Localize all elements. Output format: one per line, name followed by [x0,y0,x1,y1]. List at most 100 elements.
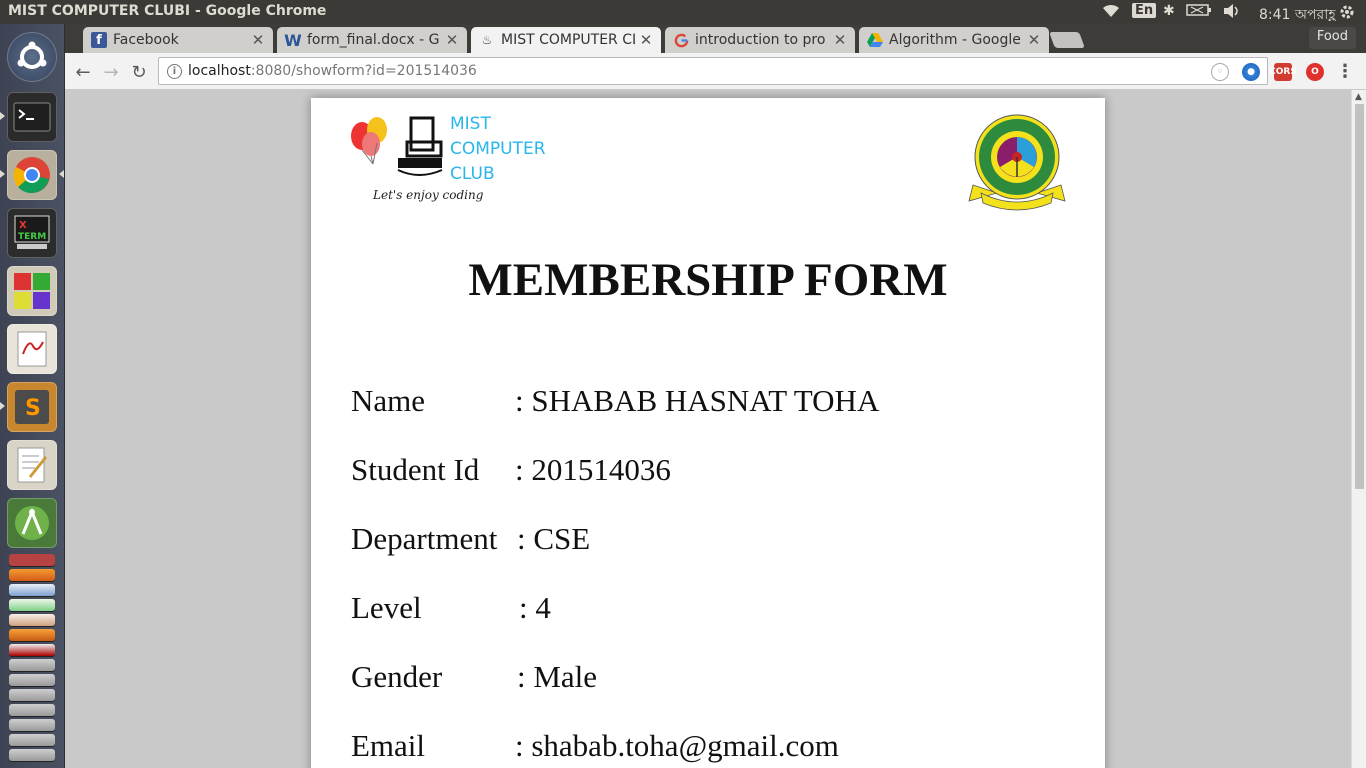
field-email-row: Email : shabab.toha@gmail.com [351,728,839,764]
google-icon [673,32,689,48]
launcher-stacked-item[interactable] [9,569,55,581]
launcher-stacked-item[interactable] [9,689,55,701]
field-label: Level [351,590,422,625]
forward-arrow-icon[interactable]: → [99,60,123,84]
form-title: MEMBERSHIP FORM [468,254,948,306]
field-value: : 4 [519,590,551,625]
address-bar[interactable]: i localhost:8080/showform?id=201514036 ☆ [158,57,1268,85]
membership-form-page: MIST COMPUTER CLUB Let's enjoy coding ME… [311,98,1105,768]
launcher-stacked-item[interactable] [9,749,55,761]
launcher-stacked-item[interactable] [9,674,55,686]
language-label: En [1132,3,1157,18]
chrome-icon[interactable] [7,150,57,200]
club-name-line: COMPUTER [450,139,546,159]
android-studio-icon[interactable] [7,498,57,548]
sublime-text-icon[interactable]: S [7,382,57,432]
field-student-id-row: Student Id : 201514036 [351,452,671,488]
bluetooth-icon[interactable]: ✱ [1163,3,1175,21]
document-viewer-icon[interactable] [7,324,57,374]
word-doc-icon: W [284,30,302,50]
running-indicator [0,112,5,120]
field-name-row: Name : SHABAB HASNAT TOHA [351,383,879,419]
scrollbar-thumb[interactable] [1355,104,1364,489]
tab-algorithm-google[interactable]: Algorithm - Google ✕ [859,27,1049,53]
tab-mist-computer-club[interactable]: ♨ MIST COMPUTER CL ✕ [471,27,661,53]
page-viewport: MIST COMPUTER CLUB Let's enjoy coding ME… [65,90,1351,768]
launcher: X TERM S [0,24,65,768]
volume-icon[interactable] [1222,3,1242,21]
reload-icon[interactable]: ↻ [127,60,151,84]
club-name-line: CLUB [450,164,495,184]
launcher-stacked-item[interactable] [9,704,55,716]
svg-text:X: X [19,220,27,231]
vertical-scrollbar[interactable]: ▲ [1351,90,1366,768]
field-value: : 201514036 [515,452,671,487]
terminal-icon[interactable] [7,92,57,142]
scroll-up-arrow-icon[interactable]: ▲ [1355,92,1362,102]
close-icon[interactable]: ✕ [445,31,459,49]
field-level-row: Level : 4 [351,590,551,626]
site-info-icon[interactable]: i [167,63,182,79]
top-panel: MIST COMPUTER CLUBI - Google Chrome En ✱… [0,0,1366,24]
svg-text:TERM: TERM [18,232,46,242]
extension-icon[interactable]: ◦ [1211,63,1229,81]
field-value: : shabab.toha@gmail.com [515,728,839,763]
club-name: MIST COMPUTER CLUB [450,112,546,187]
launcher-stacked-item[interactable] [9,599,55,611]
cors-extension-icon[interactable]: CORS [1269,63,1297,81]
battery-icon[interactable] [1186,3,1212,21]
google-drive-icon [867,32,883,48]
browser-toolbar: ← → ↻ i localhost:8080/showform?id=20151… [65,53,1366,90]
launcher-stacked-item[interactable] [9,629,55,641]
tab-label: Facebook [113,32,179,48]
field-label: Gender [351,659,443,694]
clock[interactable]: 8:41 অপরাহ্ণ [1259,3,1336,23]
club-tagline: Let's enjoy coding [373,188,484,202]
club-name-line: MIST [450,114,491,134]
settings-gear-icon[interactable] [1338,3,1356,21]
globe-extension-icon[interactable]: ● [1242,63,1260,81]
opera-extension-icon[interactable]: O [1306,63,1324,81]
tab-introduction[interactable]: introduction to pro ✕ [665,27,855,53]
back-arrow-icon[interactable]: ← [71,60,95,84]
field-gender-row: Gender : Male [351,659,597,695]
profile-button[interactable]: Food [1308,27,1356,49]
tab-form-final-docx[interactable]: W form_final.docx - G ✕ [277,27,467,53]
tab-label: form_final.docx - G [307,32,440,48]
field-value: : Male [517,659,598,694]
workspace-switcher-icon[interactable] [7,266,57,316]
field-label: Department [351,521,498,556]
field-value: : CSE [517,521,591,556]
wifi-icon[interactable] [1101,3,1121,21]
facebook-icon: f [91,32,107,48]
tab-facebook[interactable]: f Facebook ✕ [83,27,273,53]
launcher-stacked-item[interactable] [9,659,55,671]
tab-label: introduction to pro [695,32,826,48]
svg-text:S: S [25,396,41,421]
field-label: Student Id [351,452,480,487]
close-icon[interactable]: ✕ [833,31,847,49]
launcher-stacked-item[interactable] [9,719,55,731]
window-title: MIST COMPUTER CLUBI - Google Chrome [8,3,327,19]
close-icon[interactable]: ✕ [1027,31,1041,49]
launcher-stacked-item[interactable] [9,734,55,746]
launcher-stacked-item[interactable] [9,584,55,596]
new-tab-button[interactable] [1049,32,1085,48]
xterm-icon[interactable]: X TERM [7,208,57,258]
launcher-stacked-item[interactable] [9,644,55,656]
launcher-stacked-item[interactable] [9,554,55,566]
close-icon[interactable]: ✕ [639,31,653,49]
launcher-stacked-item[interactable] [9,614,55,626]
field-department-row: Department : CSE [351,521,590,557]
mist-seal-logo [968,114,1066,211]
running-indicator [0,170,5,178]
running-indicator [0,402,5,410]
active-indicator [59,170,64,178]
chrome-menu-icon[interactable]: ⋮ [1336,61,1354,82]
ubuntu-dash-icon[interactable] [7,32,57,82]
close-icon[interactable]: ✕ [251,31,265,49]
text-editor-icon[interactable] [7,440,57,490]
language-indicator[interactable]: En [1132,3,1157,21]
field-label: Name [351,383,426,418]
tab-label: Algorithm - Google [889,32,1021,48]
